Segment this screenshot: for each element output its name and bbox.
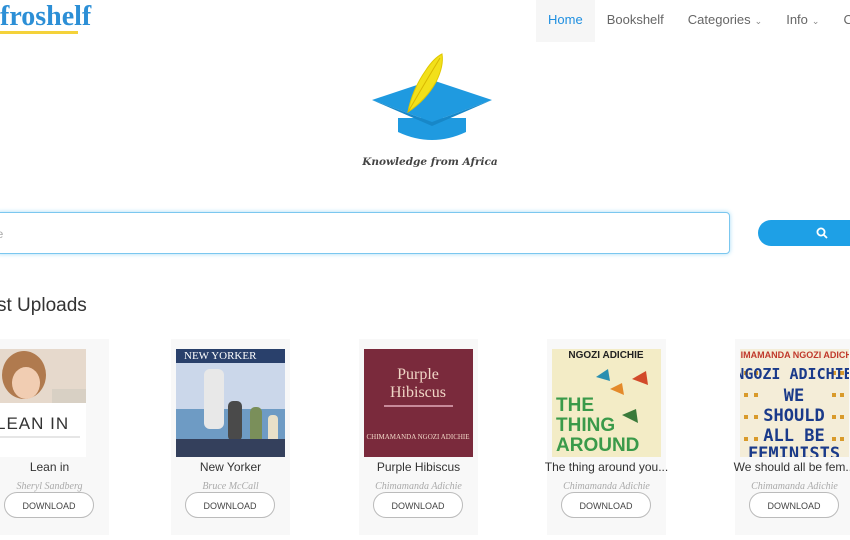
download-button[interactable]: DOWNLOAD [373,492,463,518]
svg-text:Hibiscus: Hibiscus [390,384,446,401]
book-cover[interactable]: CHIMAMANDA NGOZI ADICHIE NGOZI ADICHIE W… [740,349,849,457]
svg-text:ALL BE: ALL BE [763,426,824,446]
svg-text:NGOZI ADICHIE: NGOZI ADICHIE [740,365,849,383]
svg-text:WE: WE [784,386,804,406]
book-cover[interactable]: NGOZI ADICHIE THE THING AROUND [552,349,661,457]
download-button[interactable]: DOWNLOAD [749,492,839,518]
svg-text:SHOULD: SHOULD [763,406,824,426]
book-title[interactable]: We should all be fem... [725,460,850,474]
site-logo[interactable]: froshelf [0,0,91,34]
book-card[interactable]: NEW YORKER New Yorker Bruce McCall DOWNL… [171,339,290,535]
logo-underline [0,31,78,34]
cover-author: CHIMAMANDA NGOZI ADICHIE [366,433,469,441]
book-card[interactable]: CHIMAMANDA NGOZI ADICHIE NGOZI ADICHIE W… [734,339,850,535]
book-card[interactable]: Purple Hibiscus CHIMAMANDA NGOZI ADICHIE… [359,339,478,535]
book-cover[interactable]: LEAN IN [0,349,86,457]
book-author: Chimamanda Adichie [751,481,838,492]
svg-text:THE: THE [556,395,594,416]
nav-bookshelf-label: Bookshelf [606,12,664,27]
book-cover[interactable]: NEW YORKER [176,349,285,457]
svg-text:THING: THING [556,415,615,436]
nav-contact[interactable]: Co [831,0,850,42]
book-title[interactable]: Lean in [0,460,119,474]
svg-text:Purple: Purple [397,366,439,383]
book-author: Chimamanda Adichie [563,481,650,492]
cover-title: NEW YORKER [184,350,257,362]
svg-text:FEMINISTS: FEMINISTS [748,444,840,457]
svg-text:AROUND: AROUND [556,435,639,456]
book-title[interactable]: New Yorker [161,460,300,474]
search-field[interactable] [0,212,731,255]
nav-info[interactable]: Info ⌄ [774,0,831,42]
book-card[interactable]: LEAN IN Lean in Sheryl Sandberg DOWNLOAD [0,339,109,535]
book-cover[interactable]: Purple Hibiscus CHIMAMANDA NGOZI ADICHIE [364,349,473,457]
book-title[interactable]: The thing around you... [537,460,676,474]
book-author: Chimamanda Adichie [375,481,462,492]
download-button[interactable]: DOWNLOAD [561,492,651,518]
cover-title: LEAN IN [0,414,69,433]
search-button[interactable] [758,220,850,246]
cover-author: NGOZI ADICHIE [568,350,644,361]
main-nav: Home Bookshelf Categories⌄ Info⌄ Co [536,0,850,42]
book-author: Bruce McCall [202,481,259,492]
nav-home[interactable]: Home [536,0,595,42]
book-title[interactable]: Purple Hibiscus [349,460,488,474]
nav-contact-label: Co [843,12,850,27]
nav-categories[interactable]: Categories ⌄ [676,0,774,42]
book-author: Sheryl Sandberg [16,481,83,492]
cover-author: CHIMAMANDA NGOZI ADICHIE [740,350,849,360]
download-button[interactable]: DOWNLOAD [185,492,275,518]
chevron-down-icon: ⌄ [754,16,763,26]
chevron-down-icon: ⌄ [811,16,820,26]
search-input[interactable] [0,213,731,255]
nav-home-label: Home [548,12,583,27]
nav-categories-label: Categories [687,12,751,27]
nav-bookshelf[interactable]: Bookshelf [595,0,676,42]
search-icon [816,227,828,239]
nav-info-label: Info [786,12,808,27]
brand-tagline: Knowledge from Africa [362,156,498,168]
section-title: st Uploads [0,295,87,316]
book-card[interactable]: NGOZI ADICHIE THE THING AROUND The thing… [545,339,668,535]
download-button[interactable]: DOWNLOAD [4,492,94,518]
